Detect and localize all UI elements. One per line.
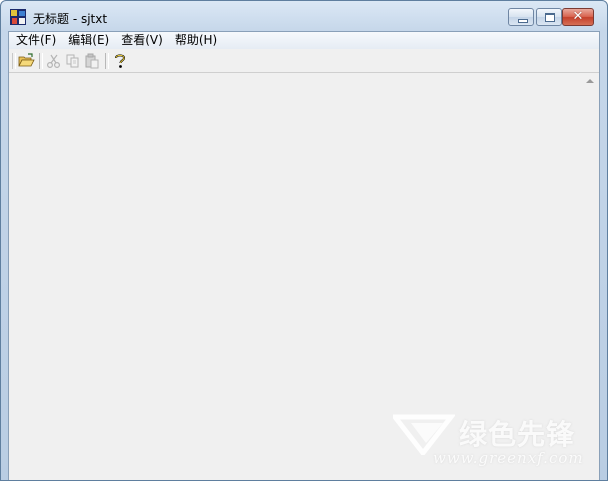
minimize-button[interactable] — [508, 8, 534, 26]
scroll-up-arrow-icon[interactable] — [586, 79, 594, 83]
toolbar-separator — [105, 53, 109, 69]
help-icon[interactable] — [111, 53, 129, 69]
cut-icon[interactable] — [45, 53, 63, 69]
menu-view[interactable]: 查看(V) — [116, 32, 168, 49]
maximize-icon — [545, 13, 555, 22]
copy-icon[interactable] — [64, 53, 82, 69]
menu-edit[interactable]: 编辑(E) — [63, 32, 114, 49]
close-button[interactable]: ✕ — [562, 8, 594, 26]
close-icon: ✕ — [572, 9, 584, 24]
app-window: 无标题 - sjtxt ✕ 文件(F) 编辑(E) 查看(V) 帮助(H) 绿色… — [0, 0, 608, 481]
paste-icon[interactable] — [83, 53, 101, 69]
text-editor[interactable] — [9, 73, 599, 480]
menu-help[interactable]: 帮助(H) — [170, 32, 222, 49]
menu-file[interactable]: 文件(F) — [11, 32, 61, 49]
window-title: 无标题 - sjtxt — [33, 12, 108, 26]
toolbar — [9, 50, 599, 73]
vertical-scrollbar[interactable] — [582, 73, 599, 480]
title-bar[interactable]: 无标题 - sjtxt ✕ — [1, 1, 607, 31]
minimize-icon — [518, 19, 528, 23]
app-icon[interactable] — [10, 9, 26, 25]
maximize-button[interactable] — [536, 8, 562, 26]
client-area: 文件(F) 编辑(E) 查看(V) 帮助(H) — [8, 31, 600, 480]
menu-bar: 文件(F) 编辑(E) 查看(V) 帮助(H) — [9, 32, 599, 49]
toolbar-grip[interactable] — [12, 53, 16, 69]
toolbar-separator — [39, 53, 43, 69]
open-folder-icon[interactable] — [17, 53, 35, 69]
